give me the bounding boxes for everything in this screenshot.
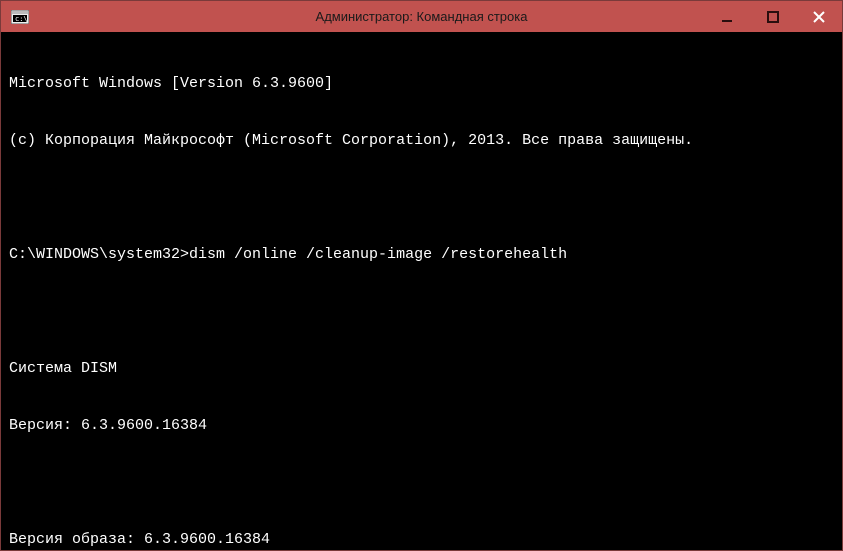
terminal-line xyxy=(9,302,834,321)
terminal-line: Версия образа: 6.3.9600.16384 xyxy=(9,530,834,549)
window-controls xyxy=(704,1,842,32)
maximize-button[interactable] xyxy=(750,1,796,32)
terminal-line: Версия: 6.3.9600.16384 xyxy=(9,416,834,435)
terminal-line: Microsoft Windows [Version 6.3.9600] xyxy=(9,74,834,93)
titlebar[interactable]: c:\ Администратор: Командная строка xyxy=(1,1,842,32)
terminal-line: Система DISM xyxy=(9,359,834,378)
terminal-line xyxy=(9,473,834,492)
command-prompt-window: c:\ Администратор: Командная строка xyxy=(0,0,843,551)
cmd-icon: c:\ xyxy=(7,6,33,28)
minimize-button[interactable] xyxy=(704,1,750,32)
svg-text:c:\: c:\ xyxy=(15,15,28,23)
close-button[interactable] xyxy=(796,1,842,32)
terminal-line: C:\WINDOWS\system32>dism /online /cleanu… xyxy=(9,245,834,264)
terminal-output[interactable]: Microsoft Windows [Version 6.3.9600] (с)… xyxy=(1,32,842,550)
terminal-line: (с) Корпорация Майкрософт (Microsoft Cor… xyxy=(9,131,834,150)
terminal-line xyxy=(9,188,834,207)
